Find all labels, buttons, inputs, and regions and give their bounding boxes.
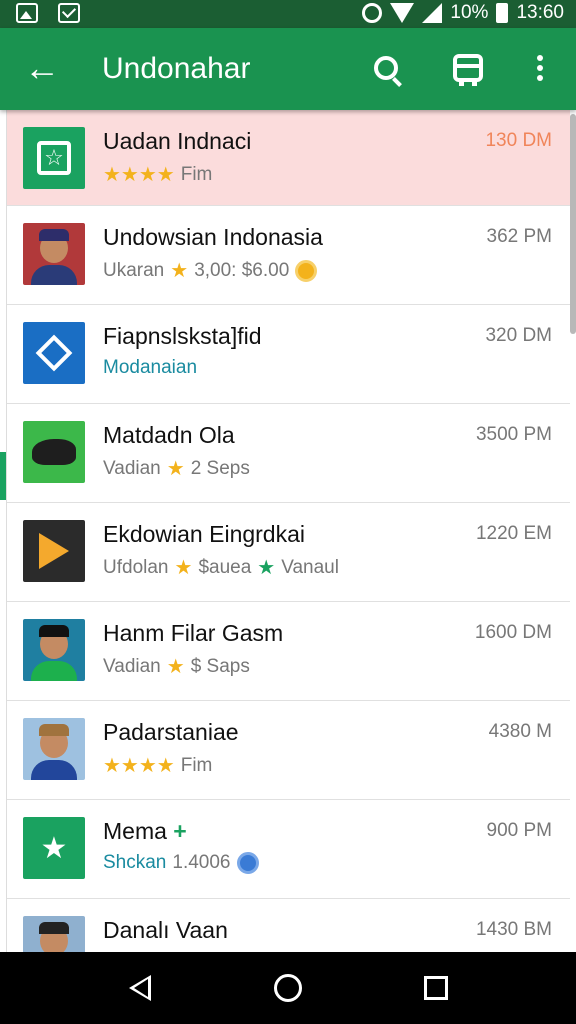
nav-recents-icon: [424, 976, 448, 1000]
item-subtitle: Vadian ★ 2 Seps: [103, 457, 250, 481]
app-title: Undonahar: [102, 52, 251, 85]
item-time: 320 DM: [485, 325, 552, 346]
coin-icon: [236, 852, 259, 874]
battery-percent: 10%: [450, 2, 489, 23]
item-time: 4380 M: [488, 721, 552, 742]
list-item[interactable]: ★ Mema + Shckan 1.4006 900 PM: [7, 800, 570, 899]
item-title: Hanm Filar Gasm: [103, 620, 284, 646]
back-arrow-icon[interactable]: ←: [24, 48, 64, 88]
search-icon: [374, 56, 398, 80]
item-title: Mema +: [103, 818, 187, 844]
item-subtitle: Ufdolan ★ $auea ★ Vanaul: [103, 556, 339, 580]
alarm-icon: [362, 3, 383, 23]
item-subtitle: Ukaran ★ 3,00: $6.00: [103, 258, 318, 283]
mail-icon: [58, 3, 80, 23]
plus-mark: +: [173, 818, 187, 844]
list-item[interactable]: Ekdowian Eingrdkai Ufdolan ★ $auea ★ Van…: [7, 503, 570, 602]
star-icon: ★: [166, 656, 185, 678]
person-avatar: [23, 223, 85, 285]
list-item[interactable]: Fiapnslsksta]fid Modanaian 320 DM: [7, 305, 570, 404]
app-bar: ← Undonahar: [0, 28, 576, 110]
item-time: 1430 BM: [475, 919, 552, 940]
battery-icon: [496, 3, 509, 23]
item-title: Uadan Indnaci: [103, 128, 252, 154]
more-vert-icon: [537, 55, 543, 81]
list-item[interactable]: Undowsian Indonasia Ukaran ★ 3,00: $6.00…: [7, 206, 570, 305]
bus-icon: [453, 54, 483, 86]
navigation-bar: [0, 952, 576, 1024]
list-item[interactable]: ☆ Uadan Indnaci ★★★★ Fim 130 DM: [7, 110, 570, 206]
item-list[interactable]: ☆ Uadan Indnaci ★★★★ Fim 130 DM Undowsia…: [6, 110, 570, 952]
item-subtitle: Vadian ★ $ Saps: [103, 655, 250, 679]
item-time: 900 PM: [486, 820, 552, 841]
nav-home-button[interactable]: [268, 968, 308, 1008]
item-time: 362 PM: [486, 226, 552, 247]
item-title: Undowsian Indonasia: [103, 224, 323, 250]
play-store-icon: [23, 520, 85, 582]
list-item[interactable]: Danalı Vaan 1430 BM: [7, 899, 570, 952]
item-time: 3500 PM: [475, 424, 552, 445]
list-item[interactable]: Hanm Filar Gasm Vadian ★ $ Saps 1600 DM: [7, 602, 570, 701]
item-time: 130 DM: [485, 130, 552, 151]
item-title: Ekdowian Eingrdkai: [103, 521, 306, 547]
star-app-icon: ☆: [23, 127, 85, 189]
star-icon: ★: [174, 557, 193, 579]
list-item[interactable]: Padarstaniae ★★★★ Fim 4380 M: [7, 701, 570, 800]
signal-icon: [422, 3, 443, 23]
item-title: Matdadn Ola: [103, 422, 235, 448]
person-avatar: [23, 619, 85, 681]
item-subtitle: Shckan 1.4006: [103, 852, 259, 874]
search-button[interactable]: [366, 48, 406, 88]
item-title: Padarstaniae: [103, 719, 239, 745]
coin-icon: [295, 259, 318, 282]
bus-button[interactable]: [448, 48, 488, 88]
nav-home-icon: [274, 974, 302, 1002]
item-subtitle: ★★★★ Fim: [103, 754, 213, 778]
nav-recents-button[interactable]: [416, 968, 456, 1008]
item-time: 1600 DM: [474, 622, 552, 643]
nav-back-icon: [129, 975, 151, 1001]
status-time: 13:60: [516, 2, 564, 23]
status-bar: 10% 13:60: [0, 0, 576, 28]
item-time: 1220 EM: [475, 523, 552, 544]
person-avatar: [23, 916, 85, 952]
item-subtitle: Modanaian: [103, 357, 198, 378]
scrollbar[interactable]: [570, 114, 576, 334]
list-item[interactable]: Matdadn Ola Vadian ★ 2 Seps 3500 PM: [7, 404, 570, 503]
green-star-icon: ★: [257, 557, 276, 579]
person-avatar: [23, 718, 85, 780]
star-icon: ★: [170, 260, 189, 282]
star-app-icon: ★: [23, 817, 85, 879]
more-options-button[interactable]: [520, 48, 560, 88]
item-subtitle: ★★★★ Fim: [103, 163, 213, 187]
item-title: Fiapnslsksta]fid: [103, 323, 262, 349]
item-title: Danalı Vaan: [103, 917, 228, 943]
image-icon: [16, 3, 38, 23]
wifi-icon: [390, 3, 415, 23]
diamond-app-icon: [23, 322, 85, 384]
rating-stars: ★★★★: [103, 164, 175, 186]
star-icon: ★: [166, 458, 185, 480]
rating-stars: ★★★★: [103, 755, 175, 777]
creature-image: [23, 421, 85, 483]
nav-back-button[interactable]: [120, 968, 160, 1008]
